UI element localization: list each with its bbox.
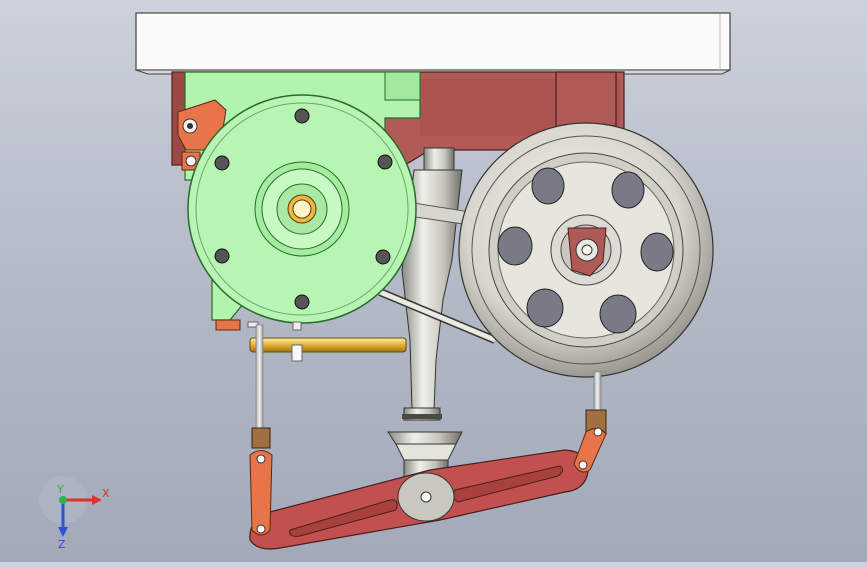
x-axis-label: X	[102, 487, 110, 500]
tie-rod-right[interactable]	[593, 371, 602, 413]
cad-3d-viewport[interactable]: X Y Z	[0, 0, 867, 562]
left-link[interactable]	[249, 427, 273, 536]
tie-rod-left[interactable]	[255, 324, 264, 431]
top-plate[interactable]	[135, 12, 731, 75]
axis-triad: X Y Z	[39, 476, 110, 551]
right-link[interactable]	[573, 409, 607, 473]
brass-rod[interactable]	[249, 337, 407, 362]
y-axis-label: Y	[56, 483, 64, 496]
motor-shaft-bushing[interactable]	[287, 194, 317, 224]
z-axis-label: Z	[58, 538, 66, 551]
